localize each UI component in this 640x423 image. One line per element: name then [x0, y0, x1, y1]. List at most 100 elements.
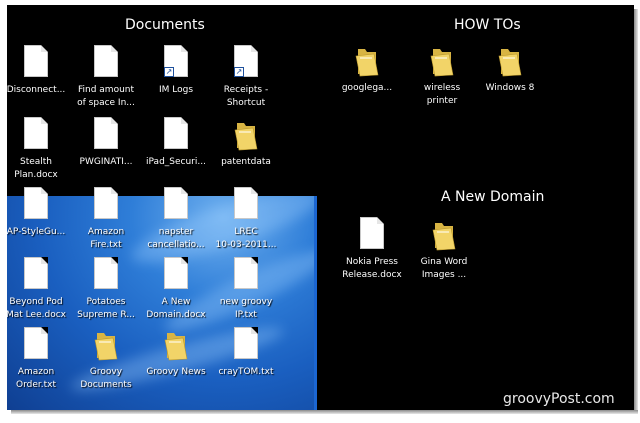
- desktop-icon-documents-17[interactable]: Groovy Documents: [71, 327, 141, 391]
- icon-label: Fire.txt: [90, 240, 122, 250]
- folder-icon: [71, 327, 141, 365]
- folder-icon: [211, 117, 281, 155]
- desktop-icon-documents-7[interactable]: patentdata: [211, 117, 281, 170]
- document-icon: [211, 187, 281, 225]
- icon-label: Stealth: [19, 157, 53, 167]
- icon-label: Gina Word: [420, 257, 468, 267]
- shortcut-arrow-icon: ↗: [234, 67, 244, 77]
- icon-label: googlega...: [341, 83, 393, 93]
- shadow-right: [634, 9, 638, 413]
- document-icon: [7, 327, 71, 365]
- desktop-icon-documents-3[interactable]: ↗ Receipts - Shortcut: [211, 45, 281, 109]
- watermark: groovyPost.com: [503, 391, 615, 407]
- document-icon: [7, 187, 71, 225]
- desktop: Documents HOW TOs A New Domain Disconnec…: [7, 5, 634, 410]
- icon-label: Amazon: [17, 367, 55, 377]
- icon-label: Windows 8: [485, 83, 535, 93]
- wallpaper-edge: [314, 196, 317, 410]
- icon-label: LREC: [234, 227, 258, 237]
- desktop-icon-documents-13[interactable]: Potatoes Supreme R...: [71, 257, 141, 321]
- document-icon: [7, 257, 71, 295]
- group-title-howtos: HOW TOs: [454, 17, 521, 33]
- icon-label: Potatoes: [86, 297, 126, 307]
- desktop-icon-documents-9[interactable]: Amazon Fire.txt: [71, 187, 141, 251]
- icon-label: IP.txt: [235, 310, 257, 320]
- icon-label: napster: [158, 227, 194, 237]
- desktop-icon-documents-8[interactable]: AP-StyleGu...: [7, 187, 71, 240]
- icon-label: Amazon: [87, 227, 125, 237]
- folder-icon: [332, 43, 402, 81]
- desktop-icon-documents-6[interactable]: iPad_Securi...: [141, 117, 211, 170]
- shortcut-icon: ↗: [211, 45, 281, 83]
- icon-label: new groovy: [219, 297, 273, 307]
- desktop-icon-documents-5[interactable]: PWGINATI...: [71, 117, 141, 170]
- group-title-documents: Documents: [125, 17, 205, 33]
- document-icon: [211, 257, 281, 295]
- document-icon: [71, 117, 141, 155]
- icon-label: Disconnect...: [7, 85, 66, 95]
- icon-label: 10-03-2011...: [215, 240, 277, 250]
- desktop-icon-documents-12[interactable]: Beyond Pod Mat Lee.docx: [7, 257, 71, 321]
- desktop-icon-howtos-2[interactable]: Windows 8: [475, 43, 545, 96]
- shortcut-icon: ↗: [141, 45, 211, 83]
- icon-label: Shortcut: [226, 98, 266, 108]
- icon-label: Mat Lee.docx: [7, 310, 66, 320]
- icon-label: Supreme R...: [77, 310, 135, 320]
- icon-label: Find amount: [77, 85, 135, 95]
- document-icon: [71, 257, 141, 295]
- desktop-icon-documents-4[interactable]: Stealth Plan.docx: [7, 117, 71, 181]
- document-icon: [141, 187, 211, 225]
- icon-label: Groovy News: [146, 367, 206, 377]
- icon-label: Nokia Press: [345, 257, 398, 267]
- desktop-icon-newdomain-0[interactable]: Nokia Press Release.docx: [337, 217, 407, 281]
- document-icon: [211, 327, 281, 365]
- icon-label: crayTOM.txt: [218, 367, 274, 377]
- desktop-icon-howtos-1[interactable]: wireless printer: [407, 43, 477, 107]
- document-icon: [7, 45, 71, 83]
- icon-label: A New: [161, 297, 191, 307]
- folder-icon: [407, 43, 477, 81]
- icon-label: Groovy: [89, 367, 123, 377]
- icon-label: printer: [426, 96, 458, 106]
- shortcut-arrow-icon: ↗: [164, 67, 174, 77]
- desktop-icon-howtos-0[interactable]: googlega...: [332, 43, 402, 96]
- icon-label: Order.txt: [16, 380, 56, 390]
- document-icon: [71, 187, 141, 225]
- desktop-icon-documents-18[interactable]: Groovy News: [141, 327, 211, 380]
- desktop-icon-documents-16[interactable]: Amazon Order.txt: [7, 327, 71, 391]
- icon-label: Images ...: [421, 270, 467, 280]
- document-icon: [337, 217, 407, 255]
- icon-label: Documents: [80, 380, 132, 390]
- document-icon: [141, 257, 211, 295]
- desktop-icon-documents-11[interactable]: LREC 10-03-2011...: [211, 187, 281, 251]
- desktop-icon-documents-15[interactable]: new groovy IP.txt: [211, 257, 281, 321]
- icon-label: iPad_Securi...: [146, 157, 206, 167]
- desktop-icon-documents-19[interactable]: crayTOM.txt: [211, 327, 281, 380]
- document-icon: [71, 45, 141, 83]
- icon-label: of space In...: [77, 98, 135, 108]
- desktop-icon-documents-0[interactable]: Disconnect...: [7, 45, 71, 98]
- folder-icon: [141, 327, 211, 365]
- document-icon: [141, 117, 211, 155]
- document-icon: [7, 117, 71, 155]
- icon-label: Plan.docx: [14, 170, 58, 180]
- desktop-icon-documents-10[interactable]: napster cancellatio...: [141, 187, 211, 251]
- icon-label: Domain.docx: [146, 310, 206, 320]
- icon-label: Beyond Pod: [9, 297, 63, 307]
- desktop-icon-documents-2[interactable]: ↗ IM Logs: [141, 45, 211, 98]
- desktop-icon-newdomain-1[interactable]: Gina Word Images ...: [409, 217, 479, 281]
- icon-label: AP-StyleGu...: [7, 227, 66, 237]
- desktop-icon-documents-14[interactable]: A New Domain.docx: [141, 257, 211, 321]
- icon-label: PWGINATI...: [79, 157, 133, 167]
- icon-label: patentdata: [221, 157, 271, 167]
- icon-label: Receipts -: [223, 85, 269, 95]
- icon-label: wireless: [423, 83, 461, 93]
- desktop-icon-documents-1[interactable]: Find amount of space In...: [71, 45, 141, 109]
- group-title-new-domain: A New Domain: [441, 189, 545, 205]
- shadow-bottom: [11, 410, 638, 414]
- icon-label: IM Logs: [158, 85, 194, 95]
- folder-icon: [409, 217, 479, 255]
- icon-label: cancellatio...: [147, 240, 205, 250]
- icon-label: Release.docx: [342, 270, 402, 280]
- folder-icon: [475, 43, 545, 81]
